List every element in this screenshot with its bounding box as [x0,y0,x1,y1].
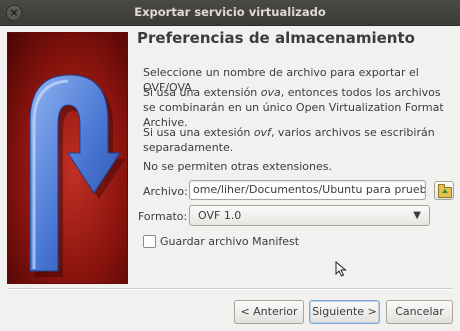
arrow-icon [29,74,125,277]
ova-extension: ova [260,86,281,99]
ovf-extension: ovf [253,126,271,139]
button-separator [7,288,453,290]
choose-file-button[interactable] [434,181,454,200]
ovf-info-text: Si usa una extesión ovf, varios archivos… [143,125,448,155]
file-path-input[interactable]: ome/liher/Documentos/Ubuntu para pruebas… [189,180,426,200]
format-select[interactable]: OVF 1.0 ▼ [189,205,430,226]
manifest-checkbox-label[interactable]: Guardar archivo Manifest [160,235,299,248]
page-title: Preferencias de almacenamiento [137,29,415,47]
export-arrow-graphic [7,32,128,284]
ova-info-text: Si usa una extensión ova, entonces todos… [143,85,448,130]
folder-arrow-icon [442,189,448,193]
window-title: Exportar servicio virtualizado [134,5,326,19]
mouse-pointer-icon [335,261,347,277]
format-selected-value: OVF 1.0 [198,209,242,222]
manifest-checkbox[interactable] [143,235,156,248]
extensions-note: No se permiten otras extensiones. [143,160,333,173]
cancel-button[interactable]: Cancelar [386,300,453,324]
chevron-down-icon: ▼ [413,210,421,221]
format-label: Formato: [138,210,188,223]
ovf-info-prefix: Si usa una extesión [143,126,254,139]
next-button[interactable]: Siguiente > [309,300,380,324]
close-icon[interactable]: × [6,5,22,21]
back-button[interactable]: < Anterior [234,300,304,324]
file-label: Archivo: [143,185,188,198]
export-dialog: × Exportar servicio virtualizado Prefere… [0,0,460,331]
ova-info-prefix: Si usa una extensión [143,86,261,99]
title-bar: × Exportar servicio virtualizado [0,0,460,26]
